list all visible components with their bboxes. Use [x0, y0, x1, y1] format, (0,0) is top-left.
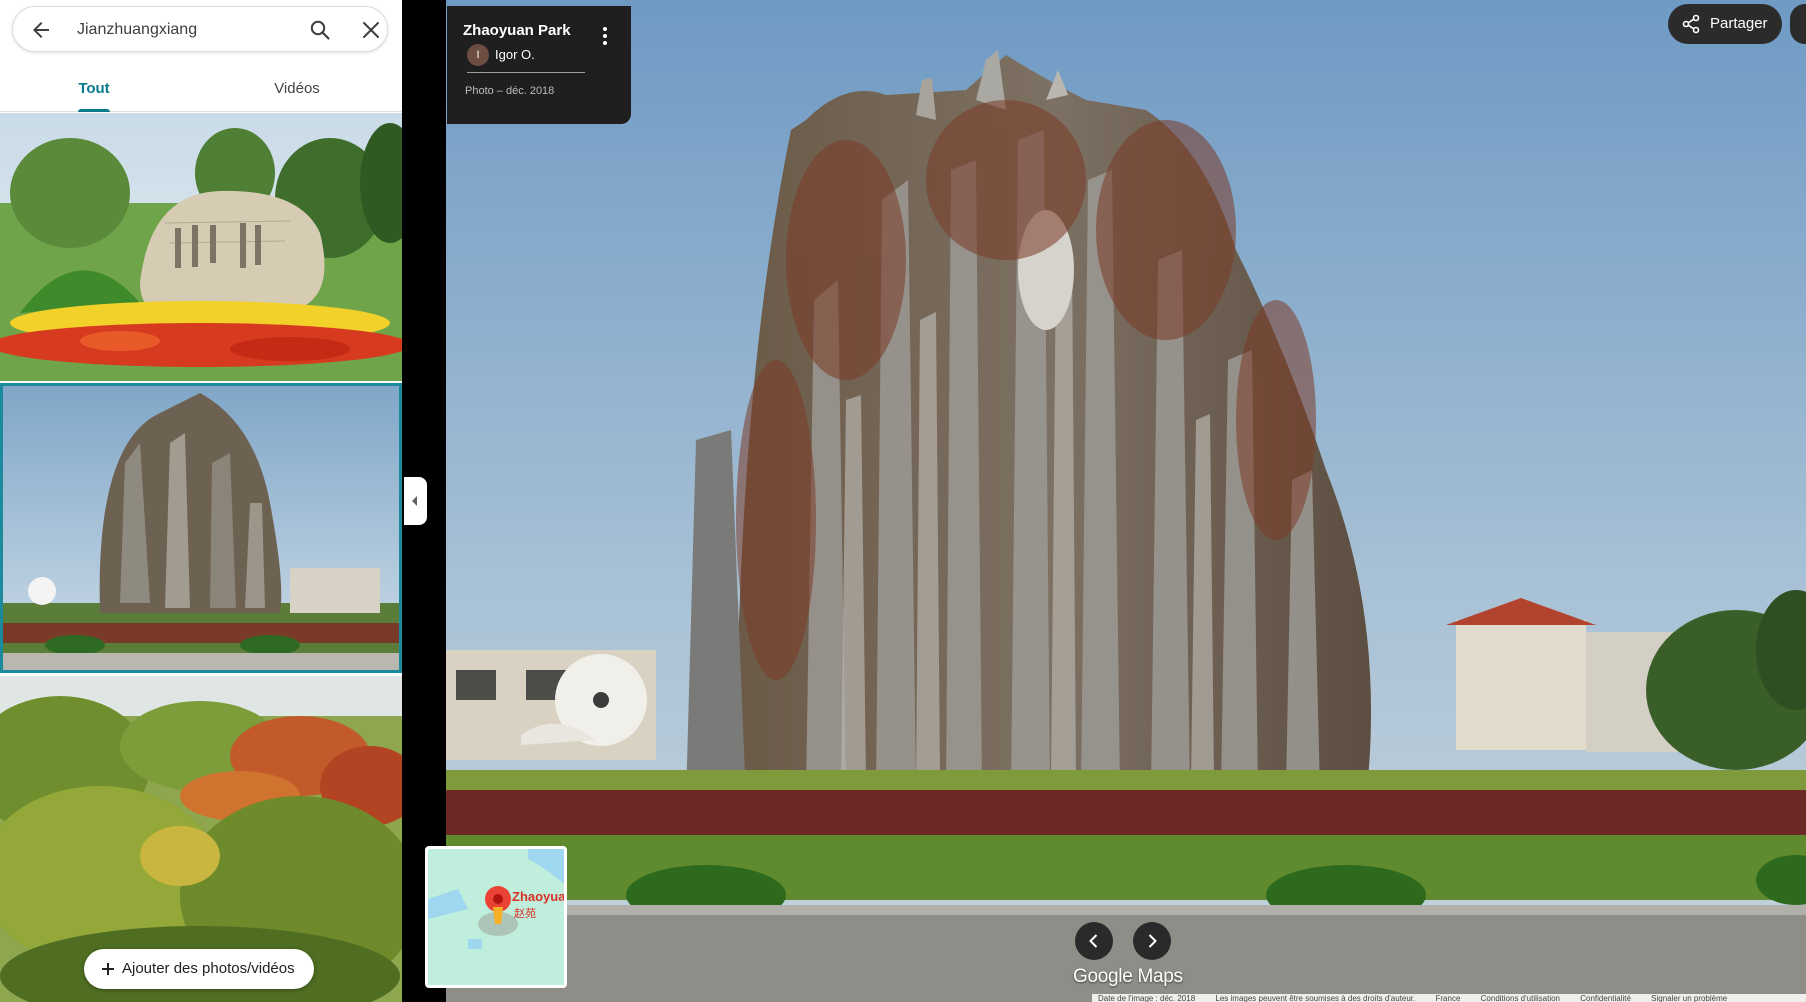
photo-thumbnail-selected[interactable]: [0, 383, 402, 673]
photo-info-card: Zhaoyuan Park I Igor O. Photo – déc. 201…: [447, 6, 631, 124]
side-panel: Tout Vidéos: [0, 0, 402, 1002]
tab-all[interactable]: Tout: [40, 66, 148, 112]
search-icon[interactable]: [308, 18, 332, 42]
country-link[interactable]: France: [1436, 994, 1461, 1002]
next-photo-button[interactable]: [1133, 922, 1171, 960]
divider: [467, 72, 585, 73]
minimap-place-label: Zhaoyua: [512, 889, 566, 904]
previous-photo-button[interactable]: [1075, 922, 1113, 960]
more-options-icon[interactable]: [593, 24, 617, 48]
tab-videos[interactable]: Vidéos: [246, 66, 348, 112]
report-problem-link[interactable]: Signaler un problème: [1651, 994, 1727, 1002]
copyright-notice: Les images peuvent être soumises à des d…: [1215, 994, 1416, 1002]
add-photos-label: Ajouter des photos/vidéos: [122, 960, 295, 977]
google-maps-logo: Google Maps: [1073, 966, 1183, 987]
share-label: Partager: [1710, 15, 1768, 32]
collapse-panel-button[interactable]: [404, 477, 427, 525]
chevron-right-icon: [1148, 934, 1157, 948]
add-photos-button[interactable]: Ajouter des photos/vidéos: [84, 949, 314, 989]
place-title[interactable]: Zhaoyuan Park: [463, 22, 571, 39]
close-icon[interactable]: [359, 18, 383, 42]
main-photo: [446, 0, 1806, 1002]
chevron-left-icon: [1089, 934, 1098, 948]
search-input[interactable]: [77, 17, 287, 43]
image-date: Date de l'image : déc. 2018: [1098, 994, 1196, 1002]
photo-date: Photo – déc. 2018: [465, 85, 555, 97]
search-box[interactable]: [12, 6, 388, 52]
author-avatar[interactable]: I: [467, 44, 489, 66]
plus-icon: [102, 963, 114, 975]
attribution-footer: Date de l'image : déc. 2018 Les images p…: [1092, 994, 1806, 1002]
share-icon: [1682, 14, 1700, 34]
photo-thumbnail[interactable]: [0, 113, 402, 381]
privacy-link[interactable]: Confidentialité: [1580, 994, 1631, 1002]
minimap-place-label-cn: 赵苑: [514, 908, 536, 920]
terms-link[interactable]: Conditions d'utilisation: [1481, 994, 1560, 1002]
minimap[interactable]: Zhaoyua 赵苑: [425, 846, 567, 988]
back-arrow-icon[interactable]: [29, 18, 53, 42]
caret-left-icon: [412, 496, 417, 506]
overflow-button[interactable]: [1790, 4, 1806, 44]
media-tabs: Tout Vidéos: [0, 66, 402, 112]
photo-viewer[interactable]: [446, 0, 1806, 1002]
author-name[interactable]: Igor O.: [495, 47, 535, 62]
share-button[interactable]: Partager: [1668, 4, 1782, 44]
